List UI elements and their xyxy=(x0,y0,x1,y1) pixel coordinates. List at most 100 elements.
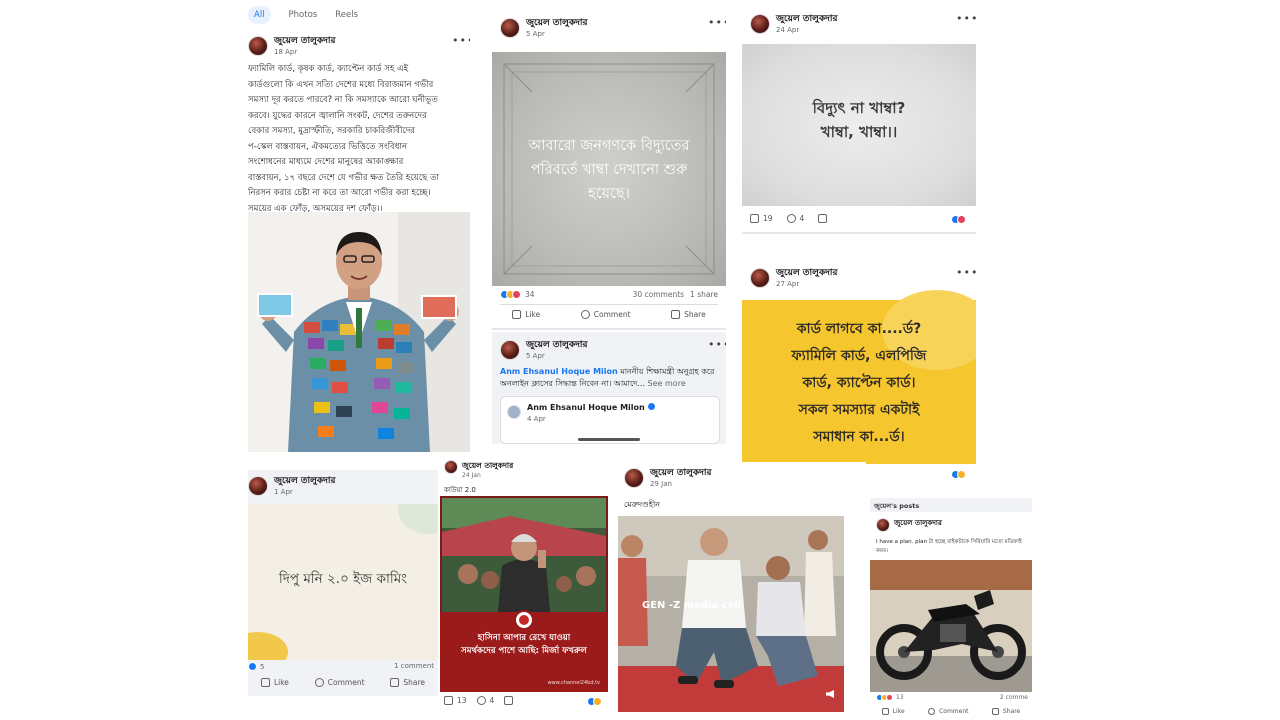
post-card-family-card: All Photos Reels জুয়েল তালুকদার 18 Apr … xyxy=(248,0,470,452)
share-button[interactable] xyxy=(504,696,514,705)
author-name[interactable]: জুয়েল তালুকদার xyxy=(274,476,335,487)
post-card-dipu-moni: জুয়েল তালুকদার 1 Apr দিপু মনি ২.০ ইজ কা… xyxy=(248,470,438,696)
image-caption: দিপু মনি ২.০ ইজ কামিং xyxy=(278,571,408,587)
tab-reels[interactable]: Reels xyxy=(335,6,358,24)
reaction-icons[interactable] xyxy=(951,215,966,224)
reaction-summary[interactable]: 13 xyxy=(876,694,904,701)
avatar[interactable] xyxy=(444,460,458,474)
reaction-icons[interactable] xyxy=(587,697,602,706)
avatar[interactable] xyxy=(248,476,268,496)
author-name[interactable]: জুয়েল তালুকদার xyxy=(776,14,837,25)
shared-author: Anm Ehsanul Hoque Milon xyxy=(527,403,655,412)
post-text-line: সমস্যা দূর করতে পারবে? না কি সমস্যাকে আর… xyxy=(248,95,438,105)
post-card-mirza-fakhrul: জুয়েল তালুকদার 24 Jan কাউয়া 2.0 হাসিনা… xyxy=(440,456,608,712)
post-text-line: সংশোধনের মাধ্যমে দেশের মানুষের আকাঙ্ক্ষা… xyxy=(248,157,404,167)
comment-count[interactable]: 2 comme xyxy=(1000,694,1028,701)
more-options-icon[interactable]: ••• xyxy=(452,34,470,47)
post-photo-man-in-card-suit[interactable] xyxy=(248,212,470,452)
post-header: জুয়েল তালুকদার xyxy=(876,518,942,532)
post-image-text-card[interactable]: দিপু মনি ২.০ ইজ কামিং xyxy=(248,504,438,660)
post-date[interactable]: 5 Apr xyxy=(526,351,587,361)
comment-icon xyxy=(928,708,936,715)
image-caption-line: ফ্যামিলি কার্ড, এলপিজি xyxy=(791,348,927,364)
post-date[interactable]: 29 Jan xyxy=(650,479,711,489)
see-more-link[interactable]: See more xyxy=(648,379,686,388)
image-caption-line: আবারো জনগণকে বিদ্যুতের xyxy=(528,138,690,154)
avatar[interactable] xyxy=(750,14,770,34)
post-photo-seated-leaders[interactable] xyxy=(618,516,844,712)
post-date[interactable]: 27 Apr xyxy=(776,279,837,289)
share-icon xyxy=(818,214,828,223)
post-image-text-card[interactable]: আবারো জনগণকে বিদ্যুতের পরিবর্তে খাম্বা দ… xyxy=(492,52,726,286)
action-bar: Like Comment Share xyxy=(248,678,438,687)
comment-button[interactable]: Comment xyxy=(928,708,969,715)
more-options-icon[interactable]: ••• xyxy=(956,266,976,279)
reaction-summary[interactable]: 5 xyxy=(248,662,264,671)
share-button[interactable]: Share xyxy=(671,310,706,319)
mention-link[interactable]: Anm Ehsanul Hoque Milon xyxy=(500,367,618,376)
author-name[interactable]: জুয়েল তালুকদার xyxy=(894,518,942,529)
news-banner-line: হাসিনা আপার রেখে যাওয়া xyxy=(477,633,571,643)
image-caption: কার্ড লাগবে কা....র্ড? ফ্যামিলি কার্ড, এ… xyxy=(742,316,976,451)
share-count[interactable]: 1 share xyxy=(690,290,718,299)
share-button[interactable]: Share xyxy=(390,678,425,687)
author-name[interactable]: জুয়েল তালুকদার xyxy=(462,460,513,471)
avatar[interactable] xyxy=(750,268,770,288)
reaction-icons[interactable] xyxy=(951,470,966,479)
post-date[interactable]: 24 Apr xyxy=(776,25,837,35)
post-photo-news[interactable] xyxy=(440,496,608,692)
like-button[interactable]: 13 xyxy=(444,696,467,705)
tab-all[interactable]: All xyxy=(248,6,271,24)
share-button[interactable]: Share xyxy=(991,708,1020,715)
more-options-icon[interactable]: ••• xyxy=(708,16,726,29)
avatar[interactable] xyxy=(248,36,268,56)
comment-count[interactable]: 1 comment xyxy=(394,662,434,670)
tab-photos[interactable]: Photos xyxy=(289,6,318,24)
author-name[interactable]: জুয়েল তালুকদার xyxy=(776,268,837,279)
post-date[interactable]: 5 Apr xyxy=(526,29,587,39)
avatar[interactable] xyxy=(500,340,520,360)
post-text-line: বেকার সমস্যা, মুদ্রাস্ফীতি, সরকারি চাকরি… xyxy=(248,126,415,136)
avatar[interactable] xyxy=(500,18,520,38)
author-name[interactable]: জুয়েল তালুকদার xyxy=(274,36,335,47)
divider xyxy=(500,304,718,305)
share-icon xyxy=(390,678,400,687)
comment-icon xyxy=(476,696,486,705)
like-button[interactable]: Like xyxy=(512,310,540,319)
comment-count[interactable]: 30 comments xyxy=(633,290,684,299)
comment-button[interactable]: 4 xyxy=(476,696,494,705)
like-button[interactable]: Like xyxy=(881,708,905,715)
more-options-icon[interactable]: ••• xyxy=(708,338,726,351)
author-name[interactable]: জুয়েল তালুকদার xyxy=(526,340,587,351)
author-name[interactable]: জুয়েল তালুকদার xyxy=(650,468,711,479)
comment-button[interactable]: 4 xyxy=(786,214,804,223)
reaction-icons xyxy=(876,694,893,701)
post-caption: মেরুদণ্ডহীন xyxy=(624,500,661,509)
comment-button[interactable]: Comment xyxy=(314,678,365,687)
post-card-card-lagbe: জুয়েল তালুকদার 27 Apr ••• কার্ড লাগবে ক… xyxy=(742,262,976,484)
like-button[interactable]: Like xyxy=(260,678,289,687)
post-header: জুয়েল তালুকদার 24 Jan xyxy=(444,460,513,481)
like-button[interactable]: 19 xyxy=(750,214,773,223)
comment-button[interactable]: Comment xyxy=(580,310,631,319)
shared-date: 4 Apr xyxy=(527,415,546,423)
post-card-bidyut: জুয়েল তালুকদার 24 Apr ••• বিদ্যুৎ না খা… xyxy=(742,4,976,234)
share-button[interactable] xyxy=(818,214,828,223)
avatar[interactable] xyxy=(876,518,890,532)
avatar[interactable] xyxy=(624,468,644,488)
post-date[interactable]: 18 Apr xyxy=(274,47,335,57)
author-name[interactable]: জুয়েল তালুকদার xyxy=(526,18,587,29)
post-date[interactable]: 24 Jan xyxy=(462,471,513,481)
post-image-text-card[interactable]: বিদ্যুৎ না খাম্বা? খাম্বা, খাম্বা।। xyxy=(742,44,976,206)
reaction-summary[interactable]: 34 xyxy=(500,290,535,299)
post-text-line: নিরসন করার চেষ্টা না করে তা আরো গভীর করা… xyxy=(248,188,431,198)
shared-post-preview[interactable]: Anm Ehsanul Hoque Milon 4 Apr xyxy=(500,396,720,444)
thumbs-up-icon xyxy=(444,696,453,705)
post-date[interactable]: 1 Apr xyxy=(274,487,335,497)
post-photo-motorcycle[interactable] xyxy=(870,560,1032,692)
action-bar: Like Comment Share xyxy=(492,310,726,319)
post-image-text-card[interactable]: কার্ড লাগবে কা....র্ড? ফ্যামিলি কার্ড, এ… xyxy=(742,290,976,464)
post-text: ফ্যামিলি কার্ড, কৃষক কার্ড, ক্যাপ্টেন কা… xyxy=(248,62,470,217)
scroll-handle[interactable] xyxy=(578,438,640,441)
more-options-icon[interactable]: ••• xyxy=(956,12,976,25)
